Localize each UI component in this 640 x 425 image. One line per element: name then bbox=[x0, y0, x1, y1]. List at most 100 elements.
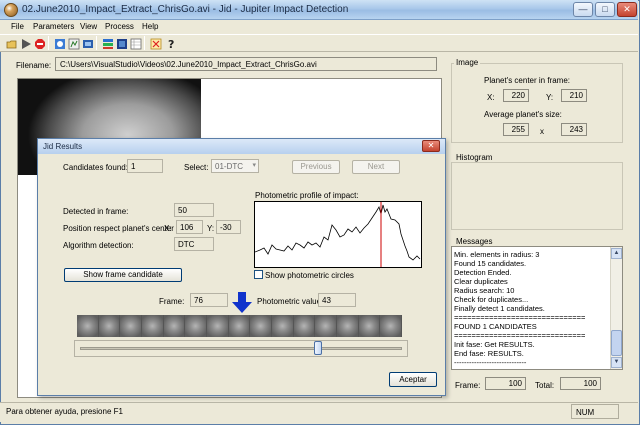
minimize-button[interactable]: — bbox=[573, 2, 593, 17]
candidate-select-value: 01-DTC bbox=[215, 162, 244, 171]
planet-width-field: 255 bbox=[503, 123, 529, 136]
photometric-profile-label: Photometric profile of impact: bbox=[255, 191, 359, 200]
message-line: FOUND 1 CANDIDATES bbox=[454, 322, 537, 331]
position-y-label: Y: bbox=[207, 224, 215, 233]
frame-thumbnail[interactable] bbox=[337, 315, 359, 337]
frame-thumbnail[interactable] bbox=[142, 315, 164, 337]
message-line: Found 15 candidates. bbox=[454, 259, 527, 268]
frame-field: 100 bbox=[485, 377, 526, 390]
current-frame-arrow-icon bbox=[231, 292, 253, 314]
open-icon[interactable] bbox=[5, 37, 17, 49]
size-times-label: x bbox=[540, 127, 544, 136]
frame-thumbnail[interactable] bbox=[228, 315, 251, 337]
algorithm-label: Algorithm detection: bbox=[63, 241, 134, 250]
candidates-found-field: 1 bbox=[127, 159, 163, 173]
help-icon[interactable]: ? bbox=[164, 37, 176, 51]
toolbar-separator bbox=[48, 36, 49, 50]
algorithm-field: DTC bbox=[174, 237, 214, 251]
show-frame-candidate-button[interactable]: Show frame candidate bbox=[64, 268, 182, 282]
frame-thumbnail[interactable] bbox=[185, 315, 208, 337]
frame-thumbnail[interactable] bbox=[358, 315, 381, 337]
frame-thumbnail[interactable] bbox=[380, 315, 403, 337]
frame-thumbnail[interactable] bbox=[98, 315, 121, 337]
frame-slider-track[interactable] bbox=[80, 347, 402, 350]
frame-thumbnail[interactable] bbox=[207, 315, 229, 337]
dialog-title-bar[interactable] bbox=[38, 139, 445, 154]
scroll-up-icon[interactable]: ▲ bbox=[611, 248, 622, 259]
svg-text:?: ? bbox=[168, 38, 174, 50]
dialog-frame-label: Frame: bbox=[159, 297, 185, 306]
status-help-text: Para obtener ayuda, presione F1 bbox=[6, 407, 123, 416]
close-button[interactable]: ✕ bbox=[617, 2, 637, 17]
planet-size-label: Average planet's size: bbox=[484, 110, 562, 119]
menu-parameters[interactable]: Parameters bbox=[33, 22, 74, 31]
frame-slider-thumb[interactable] bbox=[314, 341, 323, 355]
frame-thumbnail[interactable] bbox=[293, 315, 316, 337]
frame-thumbnail[interactable] bbox=[77, 315, 99, 337]
message-line: Clear duplicates bbox=[454, 277, 508, 286]
toolbar-separator bbox=[96, 36, 97, 50]
stack-icon[interactable] bbox=[115, 37, 127, 49]
show-photometric-circles-checkbox[interactable] bbox=[254, 270, 263, 279]
status-num-indicator: NUM bbox=[571, 404, 619, 419]
chevron-down-icon: ▾ bbox=[252, 162, 256, 169]
position-label: Position respect planet's center bbox=[63, 224, 174, 233]
message-line: ============================== bbox=[454, 313, 586, 322]
histogram-title: Histogram bbox=[454, 153, 495, 162]
detected-frame-label: Detected in frame: bbox=[63, 207, 129, 216]
frame-thumbnail[interactable] bbox=[272, 315, 294, 337]
frame-thumbnail[interactable] bbox=[315, 315, 338, 337]
filename-field: C:\Users\VisualStudio\Videos\02.June2010… bbox=[55, 57, 437, 71]
histogram-view bbox=[451, 162, 623, 230]
menu-file[interactable]: File bbox=[11, 22, 24, 31]
center-x-label: X: bbox=[487, 93, 495, 102]
menu-help[interactable]: Help bbox=[142, 22, 158, 31]
previous-button[interactable]: Previous bbox=[292, 160, 340, 174]
frame-filmstrip[interactable] bbox=[77, 315, 403, 337]
next-button[interactable]: Next bbox=[352, 160, 400, 174]
message-line: End fase: RESULTS. bbox=[454, 349, 524, 358]
candidates-found-label: Candidates found: bbox=[63, 163, 128, 172]
photometric-profile-plot bbox=[254, 201, 422, 268]
messages-scroll-thumb[interactable] bbox=[611, 330, 622, 356]
position-x-field: 106 bbox=[176, 220, 203, 234]
messages-title: Messages bbox=[454, 237, 495, 246]
frame-thumbnail[interactable] bbox=[163, 315, 186, 337]
message-line: Check for duplicates... bbox=[454, 295, 529, 304]
planet-center-label: Planet's center in frame: bbox=[484, 76, 571, 85]
capture-icon[interactable] bbox=[53, 37, 65, 49]
detected-frame-field: 50 bbox=[174, 203, 214, 217]
message-line: Finally detect 1 candidates. bbox=[454, 304, 545, 313]
chart-icon[interactable] bbox=[149, 37, 162, 50]
total-field: 100 bbox=[560, 377, 601, 390]
center-y-field: 210 bbox=[561, 89, 587, 102]
message-line: Min. elements in radius: 3 bbox=[454, 250, 540, 259]
message-line: Detection Ended. bbox=[454, 268, 512, 277]
menu-view[interactable]: View bbox=[80, 22, 97, 31]
show-photometric-circles-label: Show photometric circles bbox=[265, 271, 354, 280]
position-x-label: X: bbox=[164, 224, 172, 233]
maximize-button[interactable]: □ bbox=[595, 2, 615, 17]
frame-thumbnail[interactable] bbox=[250, 315, 273, 337]
accept-button[interactable]: Aceptar bbox=[389, 372, 437, 387]
film-icon[interactable] bbox=[81, 37, 93, 49]
filename-label: Filename: bbox=[16, 61, 52, 70]
image-group-title: Image bbox=[454, 58, 481, 67]
dialog-frame-field: 76 bbox=[190, 293, 228, 307]
candidate-select[interactable]: 01-DTC ▾ bbox=[211, 159, 259, 173]
window-title: 02.June2010_Impact_Extract_ChrisGo.avi -… bbox=[22, 4, 349, 15]
process-icon[interactable] bbox=[67, 37, 80, 50]
grid-icon[interactable] bbox=[129, 37, 142, 50]
menu-process[interactable]: Process bbox=[105, 22, 134, 31]
stop-icon[interactable] bbox=[33, 37, 45, 49]
photometric-profile-line bbox=[255, 204, 421, 261]
scroll-down-icon[interactable]: ▼ bbox=[611, 357, 622, 368]
position-y-field: -30 bbox=[216, 220, 241, 234]
center-x-field: 220 bbox=[503, 89, 529, 102]
planet-height-field: 243 bbox=[561, 123, 587, 136]
layers-icon[interactable] bbox=[101, 37, 113, 49]
frame-thumbnail[interactable] bbox=[120, 315, 143, 337]
dialog-close-button[interactable]: ✕ bbox=[422, 140, 440, 152]
play-icon[interactable] bbox=[19, 37, 31, 49]
select-label: Select: bbox=[184, 163, 209, 172]
